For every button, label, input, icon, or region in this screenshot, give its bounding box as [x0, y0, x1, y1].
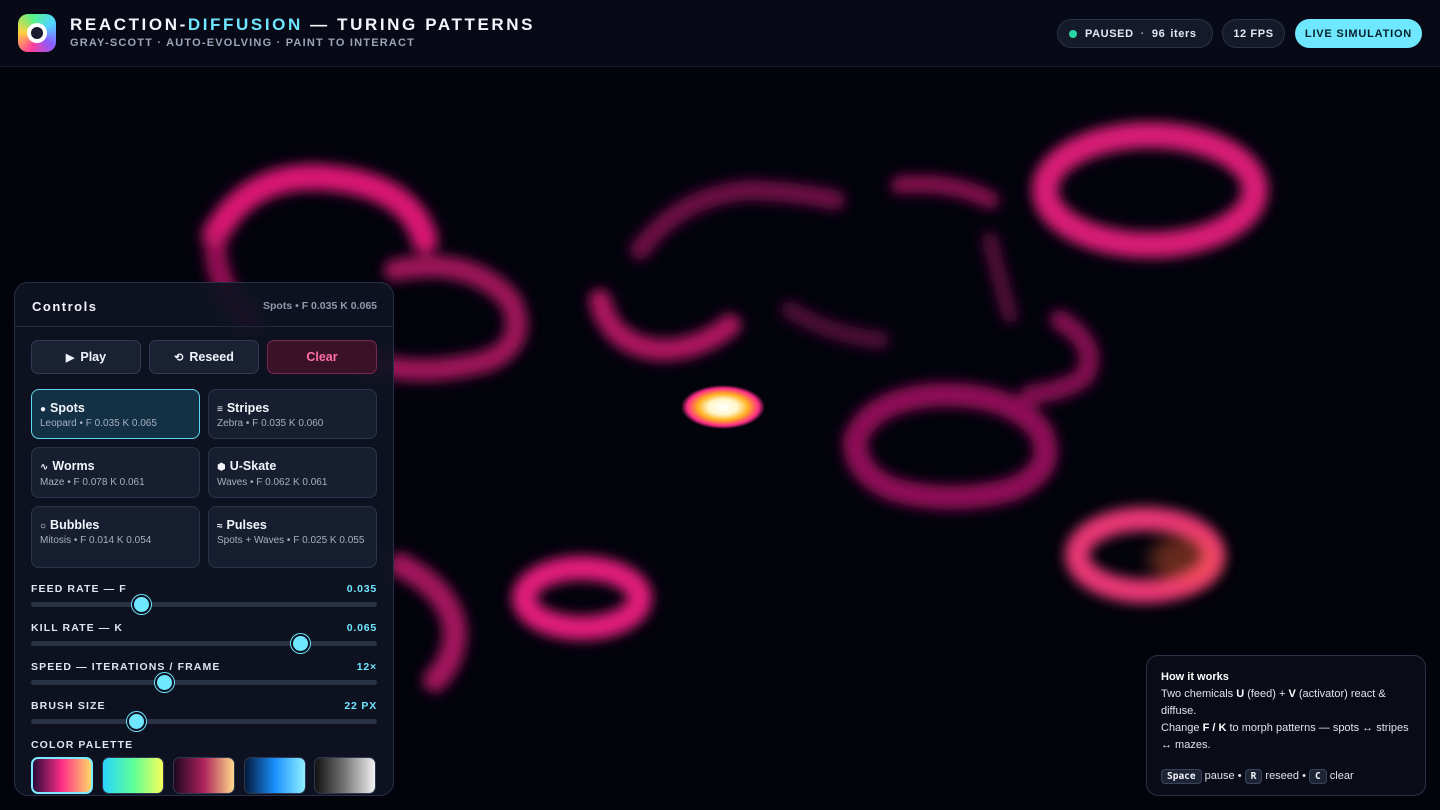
reseed-button[interactable]: ⟲ Reseed — [149, 340, 259, 374]
status-badge: PAUSED · 96 iters — [1057, 19, 1213, 48]
reseed-label: Reseed — [189, 350, 234, 364]
kill-rate-knob[interactable] — [291, 634, 311, 653]
status-text: PAUSED — [1085, 27, 1134, 40]
kill-rate-slider[interactable] — [31, 634, 377, 653]
feed-rate-value: 0.035 — [346, 583, 377, 595]
speed-label: SPEED — ITERATIONS / FRAME — [31, 661, 221, 673]
brush-size-slider[interactable] — [31, 712, 377, 731]
top-bar: REACTION-DIFFUSION — TURING PATTERNS GRA… — [0, 0, 1440, 67]
preset-stripes[interactable]: ≡ Stripes Zebra • F 0.035 K 0.060 — [208, 389, 377, 439]
brush-size-value: 22 PX — [344, 700, 377, 712]
c-key: C — [1309, 769, 1327, 784]
how-it-works-box: How it works Two chemicals U (feed) + V … — [1146, 655, 1426, 796]
preset-desc: Leopard • F 0.035 K 0.065 — [40, 418, 157, 429]
preset-u-skate[interactable]: ⬢ U-Skate Waves • F 0.062 K 0.061 — [208, 447, 377, 498]
controls-title: Controls — [32, 299, 98, 314]
preset-name: Bubbles — [50, 518, 100, 532]
u-skate-icon: ⬢ — [217, 462, 226, 473]
preset-worms[interactable]: ∿ Worms Maze • F 0.078 K 0.061 — [31, 447, 200, 498]
worms-icon: ∿ — [40, 462, 49, 473]
page-title: REACTION-DIFFUSION — TURING PATTERNS — [70, 15, 536, 34]
brush-size-knob[interactable] — [127, 712, 147, 731]
preset-name: U-Skate — [229, 459, 277, 473]
stripes-icon: ≡ — [217, 404, 223, 415]
keyboard-shortcuts: Space pause • R reseed • C clear — [1161, 768, 1411, 785]
info-line-1: Two chemicals U (feed) + V (activator) r… — [1161, 688, 1386, 717]
page-subtitle: GRAY-SCOTT · AUTO-EVOLVING · PAINT TO IN… — [70, 37, 416, 49]
play-label: Play — [80, 350, 107, 364]
kill-rate-value: 0.065 — [346, 622, 377, 634]
preset-desc: Mitosis • F 0.014 K 0.054 — [40, 535, 152, 546]
r-key: R — [1244, 769, 1263, 784]
palette-swatch-ocean[interactable] — [244, 757, 306, 794]
preset-bubbles[interactable]: ○ Bubbles Mitosis • F 0.014 K 0.054 — [31, 506, 200, 568]
preset-pulses[interactable]: ≈ Pulses Spots + Waves • F 0.025 K 0.055 — [208, 506, 377, 568]
info-heading: How it works — [1161, 671, 1229, 683]
clear-button[interactable]: Clear — [267, 340, 377, 374]
space-key: Space — [1161, 769, 1202, 784]
preset-spots[interactable]: ● Spots Leopard • F 0.035 K 0.065 — [31, 389, 200, 439]
current-preset-label: Spots • F 0.035 K 0.065 — [263, 300, 377, 312]
preset-desc: Zebra • F 0.035 K 0.060 — [217, 418, 324, 429]
brush-size-label: BRUSH SIZE — [31, 700, 106, 712]
palette-swatch-mono[interactable] — [314, 757, 376, 794]
color-palette-label: COLOR PALETTE — [31, 739, 134, 751]
feed-rate-label: FEED RATE — F — [31, 583, 127, 595]
iteration-unit: iters — [1170, 27, 1197, 40]
palette-swatch-magma[interactable] — [31, 757, 93, 794]
info-line-2: Change F / K to morph patterns — spots ↔… — [1161, 722, 1409, 751]
controls-panel: Controls Spots • F 0.035 K 0.065 ▶ Play … — [14, 282, 394, 796]
live-simulation-button[interactable]: LIVE SIMULATION — [1295, 19, 1422, 48]
play-button[interactable]: ▶ Play — [31, 340, 141, 374]
spots-icon: ● — [40, 404, 47, 415]
status-dot-icon — [1069, 29, 1077, 38]
speed-value: 12× — [356, 661, 377, 673]
bubbles-icon: ○ — [40, 521, 47, 532]
feed-rate-knob[interactable] — [132, 595, 152, 614]
preset-name: Spots — [50, 401, 85, 415]
fps-badge: 12 FPS — [1222, 19, 1285, 48]
controls-header: Controls Spots • F 0.035 K 0.065 — [15, 283, 393, 327]
speed-slider[interactable] — [31, 673, 377, 692]
app-logo-icon — [18, 14, 56, 52]
kill-rate-label: KILL RATE — K — [31, 622, 124, 634]
feed-rate-slider[interactable] — [31, 595, 377, 614]
preset-name: Stripes — [226, 401, 270, 415]
palette-swatch-ember[interactable] — [173, 757, 235, 794]
preset-desc: Spots + Waves • F 0.025 K 0.055 — [217, 535, 365, 546]
preset-desc: Maze • F 0.078 K 0.061 — [40, 477, 145, 488]
palette-swatch-aurora[interactable] — [102, 757, 164, 794]
reseed-icon: ⟲ — [174, 351, 184, 364]
iteration-count: 96 — [1151, 27, 1166, 40]
preset-desc: Waves • F 0.062 K 0.061 — [217, 477, 328, 488]
pulses-icon: ≈ — [217, 521, 223, 532]
play-icon: ▶ — [65, 351, 75, 364]
preset-name: Worms — [52, 459, 95, 473]
preset-name: Pulses — [226, 518, 267, 532]
speed-knob[interactable] — [154, 673, 174, 692]
status-separator: · — [1140, 27, 1145, 40]
